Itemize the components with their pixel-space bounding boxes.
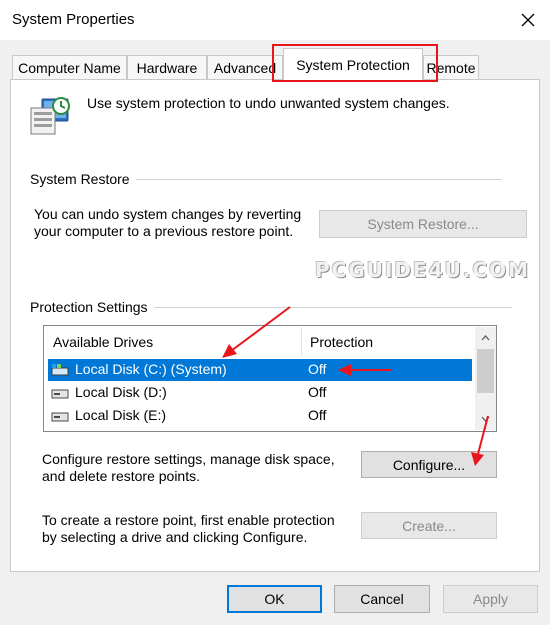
create-button[interactable]: Create... [361, 512, 497, 539]
drive-icon [51, 412, 69, 422]
watermark: PCGUIDE4U.COM [315, 258, 531, 282]
drives-list[interactable]: Available Drives Protection Local Disk (… [43, 325, 497, 432]
drive-row-c[interactable]: Local Disk (C:) (System) Off [48, 359, 472, 381]
system-restore-button[interactable]: System Restore... [319, 210, 527, 238]
create-description-line1: To create a restore point, first enable … [42, 512, 335, 528]
window-title: System Properties [12, 11, 135, 28]
cancel-button[interactable]: Cancel [334, 585, 430, 613]
drive-protection-status: Off [308, 407, 327, 423]
create-description-line2: by selecting a drive and clicking Config… [42, 529, 308, 545]
chevron-up-icon [481, 335, 490, 341]
system-restore-description: You can undo system changes by reverting… [34, 206, 301, 240]
chevron-down-icon [481, 416, 490, 422]
configure-description: Configure restore settings, manage disk … [42, 451, 335, 485]
system-protection-icon [28, 96, 74, 140]
configure-description-line2: and delete restore points. [42, 468, 200, 484]
system-drive-icon [51, 364, 69, 376]
system-restore-heading: System Restore [30, 171, 136, 187]
tab-hardware[interactable]: Hardware [127, 55, 207, 79]
configure-button[interactable]: Configure... [361, 451, 497, 478]
scroll-up-button[interactable] [475, 329, 496, 347]
drive-row-d[interactable]: Local Disk (D:) Off [48, 382, 472, 404]
drive-protection-status: Off [308, 384, 327, 400]
configure-description-line1: Configure restore settings, manage disk … [42, 451, 335, 467]
system-restore-description-line2: your computer to a previous restore poin… [34, 223, 294, 239]
column-header-available-drives[interactable]: Available Drives [53, 334, 153, 350]
scroll-down-button[interactable] [475, 410, 496, 428]
tab-computer-name[interactable]: Computer Name [12, 55, 127, 79]
column-header-protection[interactable]: Protection [310, 334, 373, 350]
scrollbar-thumb[interactable] [477, 349, 494, 393]
create-description: To create a restore point, first enable … [42, 512, 335, 546]
drive-name: Local Disk (C:) (System) [75, 361, 227, 377]
apply-button[interactable]: Apply [443, 585, 538, 613]
system-restore-description-line1: You can undo system changes by reverting [34, 206, 302, 222]
drive-name: Local Disk (E:) [75, 407, 167, 423]
drive-name: Local Disk (D:) [75, 384, 167, 400]
protection-settings-heading: Protection Settings [30, 299, 154, 315]
ok-button[interactable]: OK [227, 585, 322, 613]
drive-icon [51, 389, 69, 399]
close-icon [521, 13, 535, 27]
column-separator[interactable] [301, 327, 302, 356]
close-button[interactable] [514, 6, 542, 34]
intro-text: Use system protection to undo unwanted s… [87, 95, 450, 111]
tab-highlight-box [272, 44, 438, 82]
drive-protection-status: Off [308, 361, 327, 377]
drive-row-e[interactable]: Local Disk (E:) Off [48, 405, 472, 427]
